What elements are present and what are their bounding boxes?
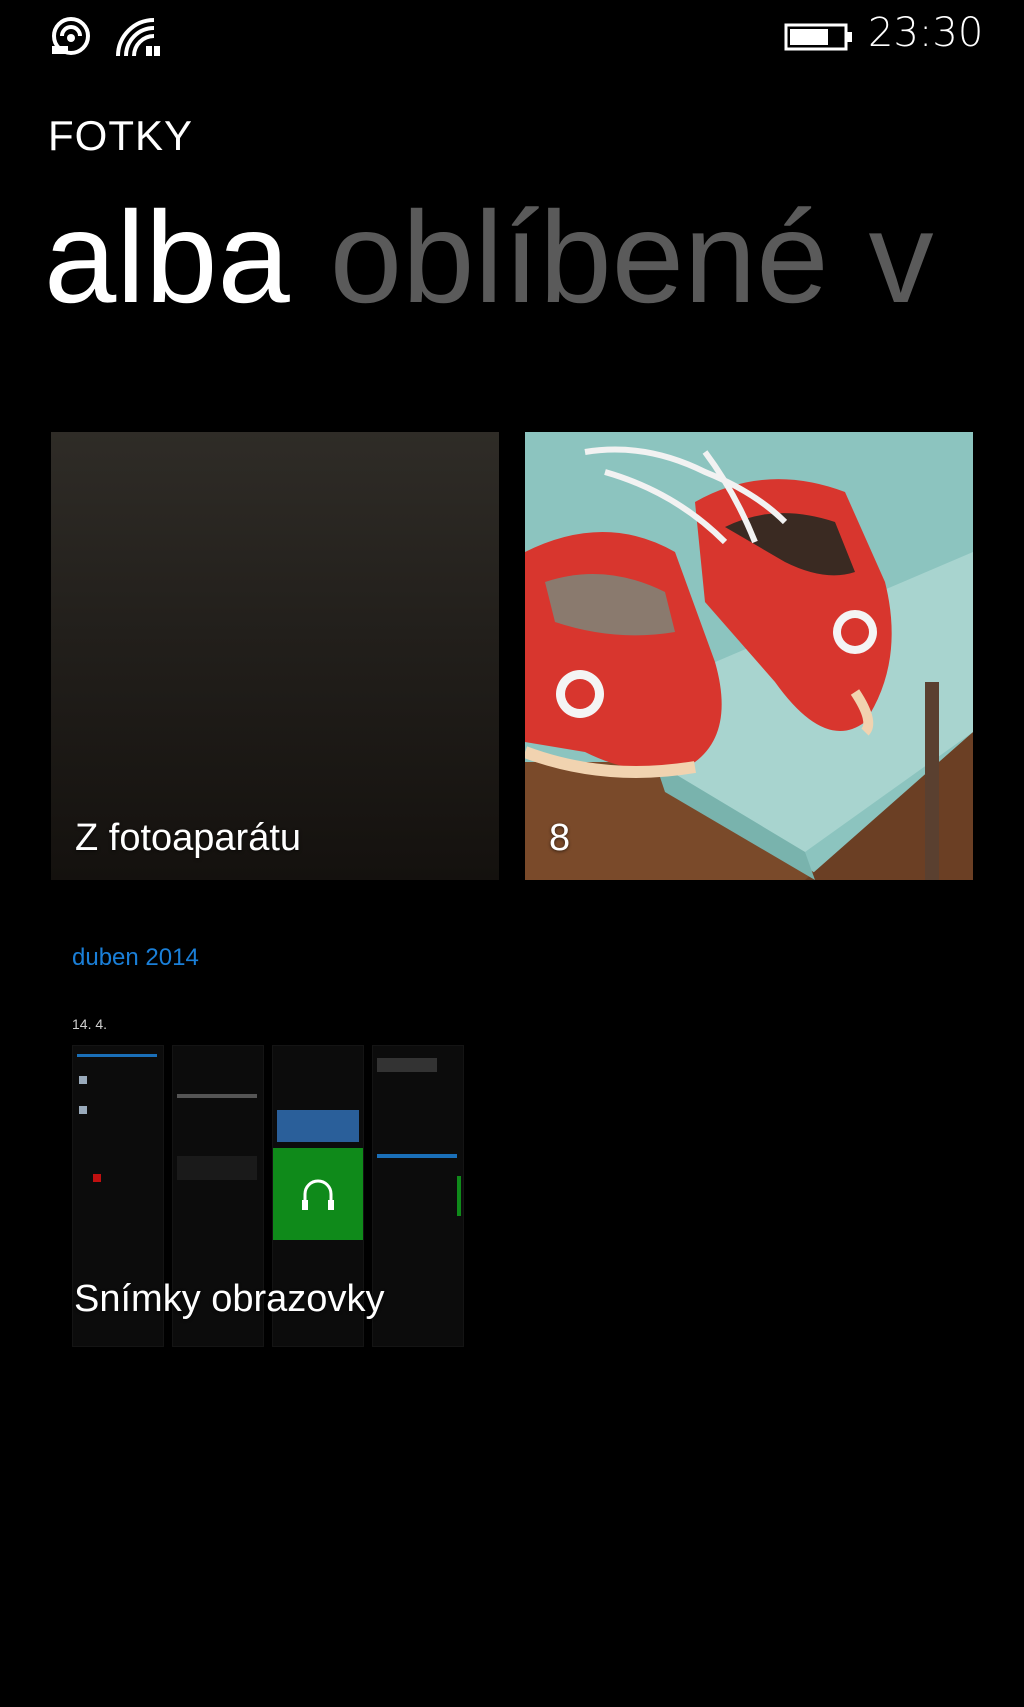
album-tile-screenshots[interactable]: Snímky obrazovky [72, 1045, 480, 1357]
date-label: 14. 4. [72, 1016, 108, 1032]
app-title: FOTKY [48, 112, 194, 159]
thumbnail [372, 1045, 464, 1347]
signal-icon [116, 18, 160, 57]
pivot-header: alba oblíbené v [44, 182, 1024, 332]
music-tile [273, 1148, 363, 1240]
album-tile-camera-roll[interactable]: Z fotoaparátu [51, 432, 499, 880]
album-label: Z fotoaparátu [75, 817, 302, 859]
pivot-item-oblibene[interactable]: oblíbené [330, 182, 829, 332]
album-tile-8[interactable]: 8 [525, 432, 973, 880]
section-header-month: duben 2014 [72, 944, 199, 971]
status-bar: 23:30 [0, 0, 1024, 80]
pivot-item-alba[interactable]: alba [44, 182, 290, 332]
headphones-icon [302, 1179, 334, 1210]
album-label: Snímky obrazovky [74, 1278, 385, 1320]
clock: 23:30 [868, 10, 984, 56]
nfc-icon [51, 17, 91, 55]
pivot-item-next[interactable]: v [869, 182, 934, 332]
album-label: 8 [549, 817, 571, 859]
battery-icon [784, 23, 852, 51]
album-cover-image [525, 432, 973, 880]
